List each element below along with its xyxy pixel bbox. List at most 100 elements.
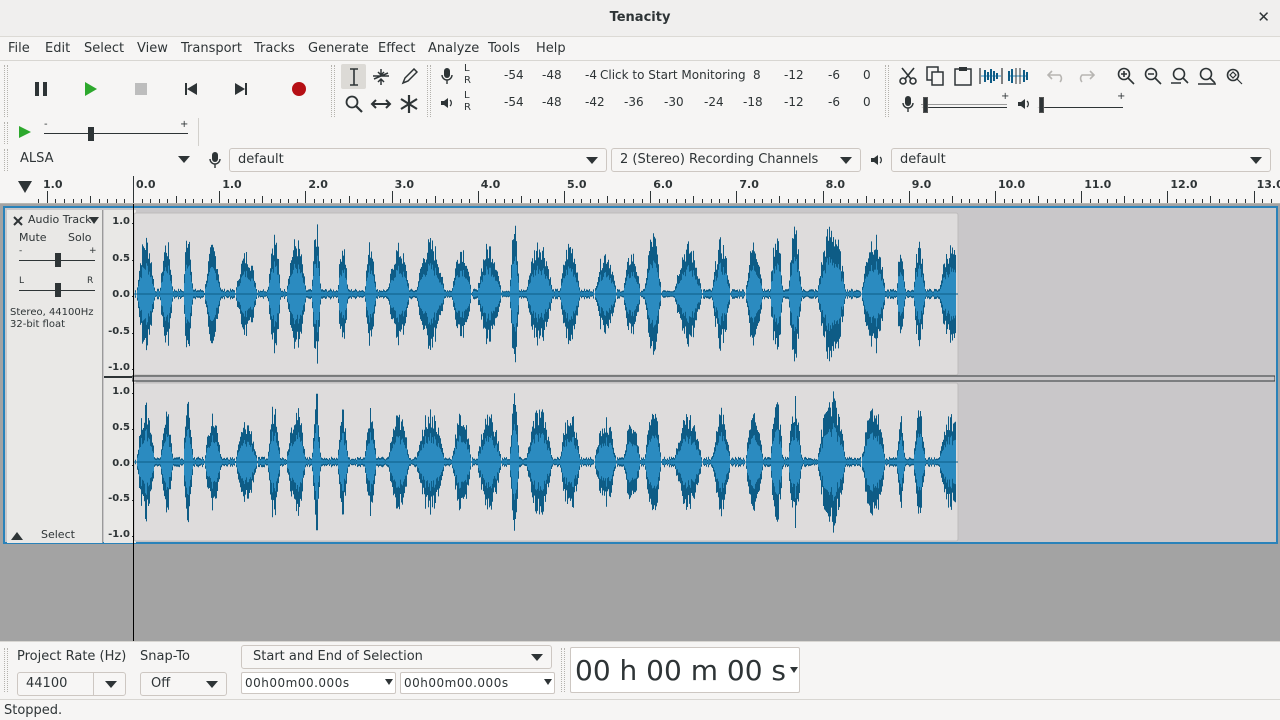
ruler-tick bbox=[392, 191, 393, 203]
vertical-ruler-label: 0.0 bbox=[112, 457, 130, 469]
copy-button[interactable] bbox=[923, 64, 947, 88]
track-control-panel[interactable]: Audio Track Mute Solo - + L R Stereo, 44… bbox=[7, 210, 103, 543]
menu-file[interactable]: File bbox=[8, 41, 30, 56]
menu-analyze[interactable]: Analyze bbox=[428, 41, 479, 56]
zoom-in-button[interactable] bbox=[1114, 64, 1138, 88]
selection-mode-select[interactable]: Start and End of Selection bbox=[241, 645, 552, 669]
track-panel[interactable]: Audio Track Mute Solo - + L R Stereo, 44… bbox=[0, 204, 1280, 641]
timeline-options-icon[interactable] bbox=[18, 181, 32, 193]
toolbar-grip[interactable] bbox=[4, 65, 8, 117]
pan-slider[interactable]: L R bbox=[17, 276, 97, 300]
undo-button[interactable] bbox=[1045, 64, 1069, 88]
slider-thumb[interactable] bbox=[1039, 97, 1044, 113]
audio-position-display[interactable]: 00 h 00 m 00 s bbox=[570, 647, 800, 693]
project-rate-select[interactable]: 44100 bbox=[17, 672, 126, 696]
play-button[interactable] bbox=[78, 77, 104, 101]
toolbar-grip[interactable] bbox=[885, 65, 889, 117]
chevron-down-icon[interactable] bbox=[790, 667, 798, 673]
selection-tool-button[interactable] bbox=[341, 64, 366, 89]
timeline-ruler[interactable]: 1.0 0.0 1.0 2.0 3.0 4.0 5.0 6.0 7.0 8.0 9.0 10.0 11.… bbox=[0, 174, 1280, 204]
playback-meter-scale[interactable]: -54 -48 -42 -36 -30 -24 -18 -12 -6 0 bbox=[474, 95, 874, 111]
recording-channels-select[interactable]: 2 (Stereo) Recording Channels bbox=[611, 148, 861, 172]
recording-device-select[interactable]: default bbox=[229, 148, 607, 172]
chevron-down-icon[interactable] bbox=[89, 217, 99, 224]
pause-button[interactable] bbox=[28, 77, 54, 101]
toolbar-grip[interactable] bbox=[4, 149, 8, 171]
selection-start-time[interactable]: 00h00m00.000s bbox=[241, 672, 396, 694]
ruler-tick bbox=[1228, 199, 1229, 203]
menu-transport[interactable]: Transport bbox=[181, 41, 242, 56]
fit-selection-button[interactable] bbox=[1168, 64, 1192, 88]
silence-audio-button[interactable] bbox=[1005, 64, 1031, 88]
play-at-speed-button[interactable] bbox=[14, 121, 36, 143]
recording-volume-slider[interactable]: + bbox=[921, 91, 1011, 116]
record-meter-scale[interactable]: -54 -48 -4 Click to Start Monitoring 8 -… bbox=[474, 68, 874, 84]
selection-end-time[interactable]: 00h00m00.000s bbox=[400, 672, 555, 694]
chevron-down-icon[interactable] bbox=[385, 679, 393, 685]
multi-tool-button[interactable] bbox=[396, 91, 421, 116]
ruler-tick bbox=[728, 199, 729, 203]
ruler-tick bbox=[116, 199, 117, 203]
redo-button[interactable] bbox=[1073, 64, 1097, 88]
menu-tools[interactable]: Tools bbox=[488, 41, 520, 56]
playback-volume-slider[interactable]: + bbox=[1037, 91, 1127, 116]
zoom-toggle-button[interactable] bbox=[1222, 64, 1246, 88]
device-toolbar: ALSA default 2 (Stereo) Recording Channe… bbox=[0, 146, 1280, 174]
paste-button[interactable] bbox=[951, 64, 975, 88]
gain-slider[interactable]: - + bbox=[17, 246, 97, 270]
select-track-button[interactable]: Select bbox=[41, 528, 75, 541]
menu-edit[interactable]: Edit bbox=[45, 41, 70, 56]
menu-effect[interactable]: Effect bbox=[378, 41, 415, 56]
menu-view[interactable]: View bbox=[137, 41, 168, 56]
cut-button[interactable] bbox=[896, 64, 920, 88]
time-shift-tool-button[interactable] bbox=[368, 91, 393, 116]
chevron-down-icon[interactable] bbox=[544, 679, 552, 685]
toolbar-grip[interactable] bbox=[561, 648, 565, 692]
project-rate-label: Project Rate (Hz) bbox=[17, 649, 127, 664]
fit-project-button[interactable] bbox=[1195, 64, 1219, 88]
ruler-tick bbox=[874, 199, 875, 203]
record-meter-button[interactable] bbox=[437, 65, 457, 87]
mute-button[interactable]: Mute bbox=[19, 231, 47, 244]
toolbar-grip[interactable] bbox=[331, 65, 335, 117]
zoom-tool-button[interactable] bbox=[341, 91, 366, 116]
skip-to-end-button[interactable] bbox=[228, 77, 254, 101]
record-scale-label: -12 bbox=[784, 68, 804, 82]
slider-thumb[interactable] bbox=[55, 253, 61, 267]
zoom-out-button[interactable] bbox=[1141, 64, 1165, 88]
playback-meter-button[interactable] bbox=[437, 92, 457, 114]
slider-thumb[interactable] bbox=[923, 97, 928, 113]
menu-help[interactable]: Help bbox=[536, 41, 566, 56]
stop-button[interactable] bbox=[128, 77, 154, 101]
solo-button[interactable]: Solo bbox=[68, 231, 92, 244]
microphone-icon bbox=[902, 96, 914, 112]
record-button[interactable] bbox=[286, 77, 312, 101]
menu-tracks[interactable]: Tracks bbox=[254, 41, 295, 56]
playback-device-select[interactable]: default bbox=[891, 148, 1271, 172]
audio-track[interactable]: Audio Track Mute Solo - + L R Stereo, 44… bbox=[3, 206, 1278, 544]
close-track-icon[interactable] bbox=[13, 216, 23, 226]
clipboard-icon bbox=[954, 67, 972, 86]
track-name-menu[interactable]: Audio Track bbox=[28, 213, 92, 226]
skip-to-start-button[interactable] bbox=[178, 77, 204, 101]
waveform-display[interactable] bbox=[132, 210, 1275, 543]
start-monitoring-prompt[interactable]: Click to Start Monitoring bbox=[600, 68, 746, 82]
menu-select[interactable]: Select bbox=[84, 41, 124, 56]
toolbar-grip[interactable] bbox=[427, 65, 431, 117]
collapse-track-icon[interactable] bbox=[11, 532, 23, 540]
ruler-tick bbox=[616, 199, 617, 203]
toolbar-grip[interactable] bbox=[4, 122, 8, 144]
snap-to-select[interactable]: Off bbox=[140, 672, 227, 696]
slider-thumb[interactable] bbox=[55, 283, 61, 297]
playback-speed-slider[interactable]: - + bbox=[42, 119, 192, 145]
trim-audio-button[interactable] bbox=[978, 64, 1004, 88]
ruler-tick bbox=[417, 199, 418, 203]
ruler-tick bbox=[211, 199, 212, 203]
menu-generate[interactable]: Generate bbox=[308, 41, 369, 56]
close-window-icon[interactable]: ✕ bbox=[1257, 8, 1270, 26]
draw-tool-button[interactable] bbox=[396, 64, 421, 89]
toolbar-grip[interactable] bbox=[4, 648, 8, 692]
envelope-tool-button[interactable] bbox=[368, 64, 393, 89]
audio-host-select[interactable]: ALSA bbox=[12, 148, 198, 172]
slider-thumb[interactable] bbox=[88, 127, 94, 141]
